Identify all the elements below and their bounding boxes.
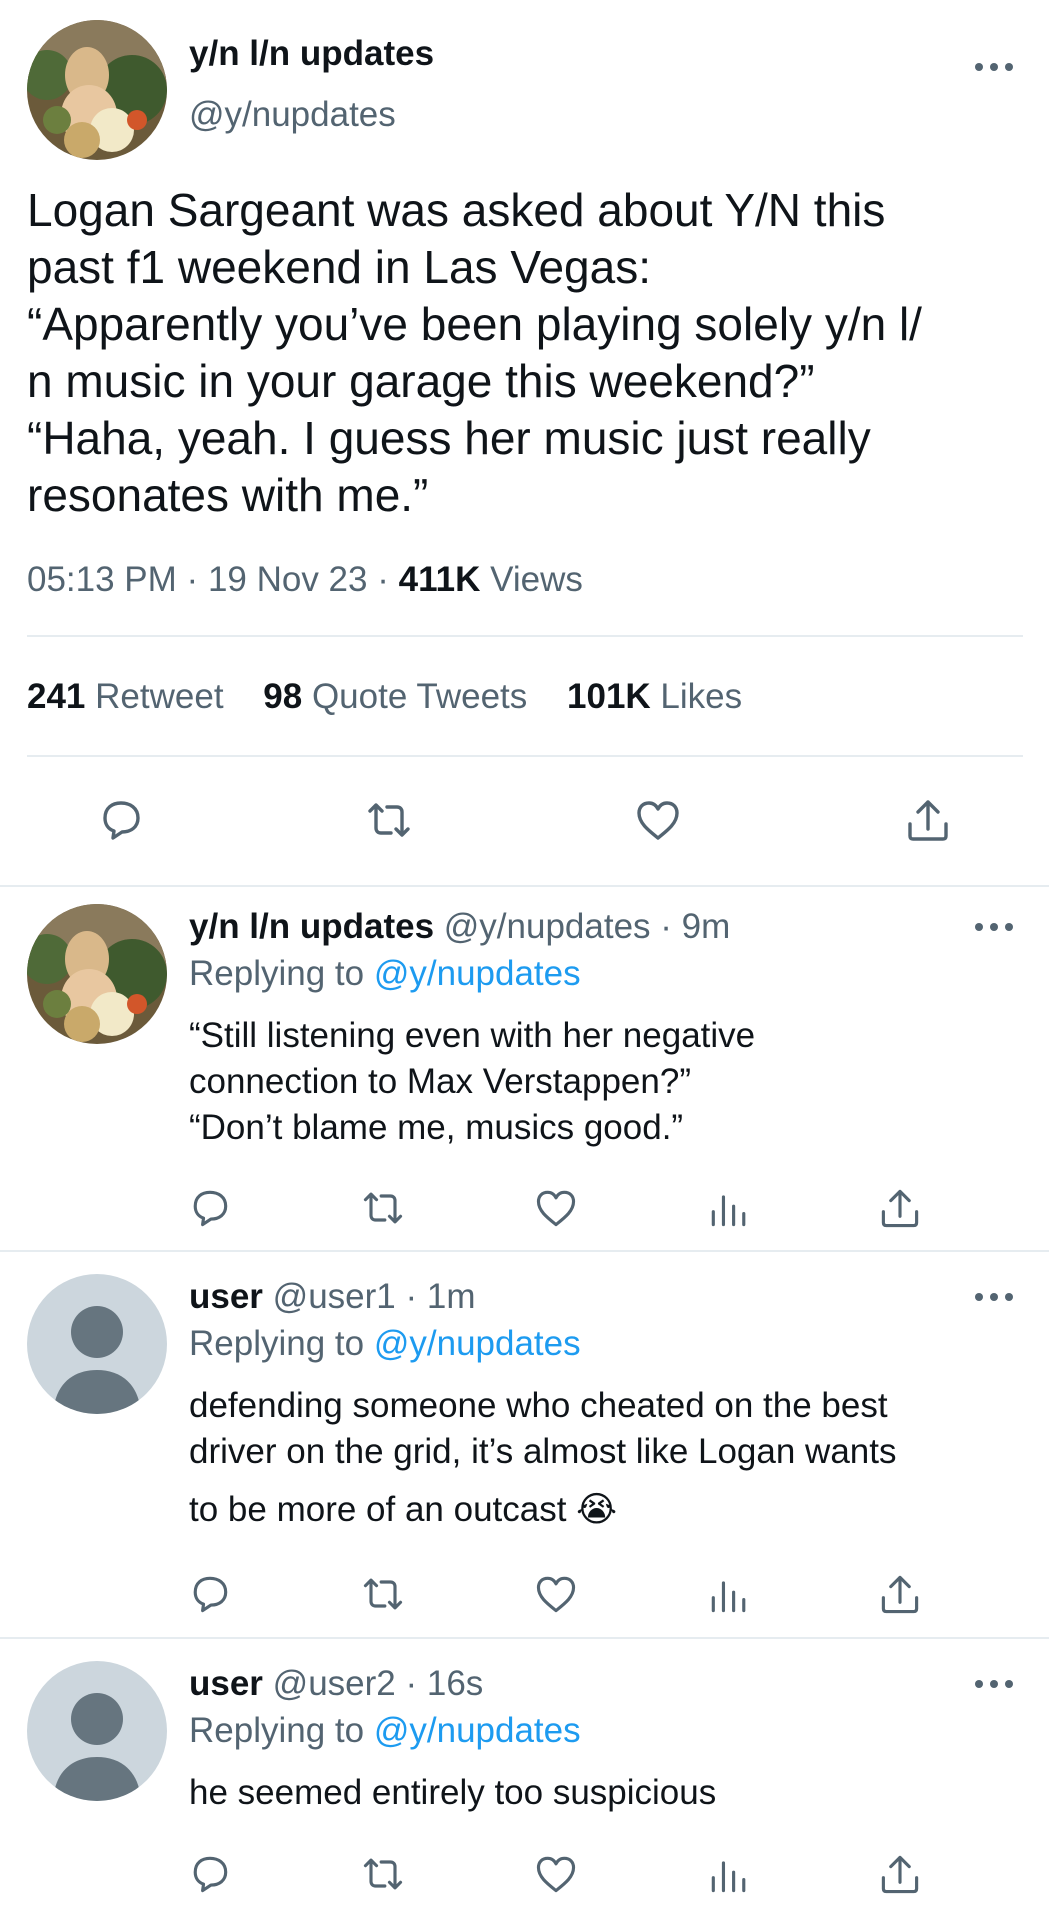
reply-time: · 1m: [405, 1277, 476, 1316]
reply-avatar[interactable]: [27, 1661, 167, 1801]
tweet-meta: 05:13 PM · 19 Nov 23 · 411K Views: [27, 560, 583, 600]
author-handle[interactable]: @y/nupdates: [189, 95, 396, 135]
reply-header: user @user1 · 1m: [189, 1277, 476, 1317]
more-icon[interactable]: [972, 917, 1016, 937]
reply-avatar[interactable]: [27, 904, 167, 1044]
replying-to: Replying to @y/nupdates: [189, 954, 581, 994]
quotes-stat[interactable]: 98 Quote Tweets: [263, 677, 537, 716]
views-label: Views: [490, 560, 583, 599]
share-icon[interactable]: [902, 794, 954, 846]
views-count: 411K: [398, 560, 481, 599]
reply-icon[interactable]: [95, 794, 147, 846]
reply-header: y/n l/n updates @y/nupdates · 9m: [189, 907, 730, 947]
tweet-text-line: resonates with me.”: [27, 469, 429, 521]
meta-separator: ·: [186, 560, 199, 599]
reply-text-line: “Don’t blame me, musics good.”: [189, 1108, 684, 1147]
reply-text-line: defending someone who cheated on the bes…: [189, 1386, 888, 1425]
tweet-text-line: “Apparently you’ve been playing solely y…: [27, 298, 922, 350]
likes-count: 101K: [567, 677, 651, 716]
like-icon[interactable]: [532, 1850, 580, 1898]
reply-header: user @user2 · 16s: [189, 1664, 483, 1704]
reply-author-name[interactable]: user: [189, 1277, 263, 1316]
reply-author-name[interactable]: y/n l/n updates: [189, 907, 434, 946]
reply-avatar[interactable]: [27, 1274, 167, 1414]
author-name[interactable]: y/n l/n updates: [189, 34, 434, 74]
views-icon[interactable]: [705, 1570, 753, 1618]
reply-author-handle[interactable]: @user2: [273, 1664, 396, 1703]
reply-time: · 16s: [405, 1664, 484, 1703]
replying-to: Replying to @y/nupdates: [189, 1711, 581, 1751]
reply-text-line: he seemed entirely too suspicious: [189, 1773, 717, 1812]
views-icon[interactable]: [705, 1184, 753, 1232]
share-icon[interactable]: [876, 1850, 924, 1898]
tweet-date[interactable]: 19 Nov 23: [208, 560, 368, 599]
reply-text: defending someone who cheated on the bes…: [189, 1383, 1029, 1533]
replying-to-label: Replying to: [189, 954, 365, 993]
divider: [27, 755, 1023, 757]
quotes-count: 98: [263, 677, 303, 716]
tweet-text-line: n music in your garage this weekend?”: [27, 355, 815, 407]
reply-text-line: driver on the grid, it’s almost like Log…: [189, 1432, 897, 1471]
tweet-text-line: past f1 weekend in Las Vegas:: [27, 241, 651, 293]
likes-stat[interactable]: 101K Likes: [567, 677, 742, 716]
replying-to-handle[interactable]: @y/nupdates: [374, 1324, 581, 1363]
like-icon[interactable]: [532, 1570, 580, 1618]
divider: [0, 885, 1049, 887]
meta-separator: ·: [377, 560, 389, 599]
reply-text-line: connection to Max Verstappen?”: [189, 1062, 691, 1101]
reply-author-name[interactable]: user: [189, 1664, 263, 1703]
divider: [27, 635, 1023, 637]
replying-to-handle[interactable]: @y/nupdates: [374, 1711, 581, 1750]
views-icon[interactable]: [705, 1850, 753, 1898]
replying-to-handle[interactable]: @y/nupdates: [374, 954, 581, 993]
reply-time: · 9m: [660, 907, 731, 946]
replying-to: Replying to @y/nupdates: [189, 1324, 581, 1364]
share-icon[interactable]: [876, 1570, 924, 1618]
more-icon[interactable]: [972, 1287, 1016, 1307]
tweet-text-line: “Haha, yeah. I guess her music just real…: [27, 412, 871, 464]
retweet-icon[interactable]: [359, 1570, 407, 1618]
more-icon[interactable]: [972, 57, 1016, 77]
share-icon[interactable]: [876, 1184, 924, 1232]
retweets-stat[interactable]: 241 Retweet: [27, 677, 233, 716]
retweet-icon[interactable]: [359, 1184, 407, 1232]
reply-text: he seemed entirely too suspicious: [189, 1770, 1029, 1816]
reply-icon[interactable]: [186, 1570, 234, 1618]
retweet-icon[interactable]: [363, 794, 415, 846]
divider: [0, 1250, 1049, 1252]
reply-text-line: to be more of an outcast 😭: [189, 1490, 618, 1529]
tweet-text: Logan Sargeant was asked about Y/N this …: [27, 182, 1027, 524]
divider: [0, 1637, 1049, 1639]
replying-to-label: Replying to: [189, 1711, 365, 1750]
retweet-icon[interactable]: [359, 1850, 407, 1898]
engagement-stats: 241 Retweet 98 Quote Tweets 101K Likes: [27, 677, 742, 717]
replying-to-label: Replying to: [189, 1324, 365, 1363]
tweet-time[interactable]: 05:13 PM: [27, 560, 177, 599]
reply-icon[interactable]: [186, 1184, 234, 1232]
tweet-text-line: Logan Sargeant was asked about Y/N this: [27, 184, 886, 236]
reply-icon[interactable]: [186, 1850, 234, 1898]
reply-text: “Still listening even with her negative …: [189, 1013, 1029, 1151]
likes-label: Likes: [660, 677, 743, 716]
quotes-label: Quote Tweets: [311, 677, 528, 716]
reply-author-handle[interactable]: @user1: [273, 1277, 396, 1316]
more-icon[interactable]: [972, 1674, 1016, 1694]
author-avatar[interactable]: [27, 20, 167, 160]
retweets-label: Retweet: [95, 677, 224, 716]
retweets-count: 241: [27, 677, 86, 716]
reply-text-line: “Still listening even with her negative: [189, 1016, 756, 1055]
like-icon[interactable]: [632, 794, 684, 846]
reply-author-handle[interactable]: @y/nupdates: [444, 907, 651, 946]
like-icon[interactable]: [532, 1184, 580, 1232]
